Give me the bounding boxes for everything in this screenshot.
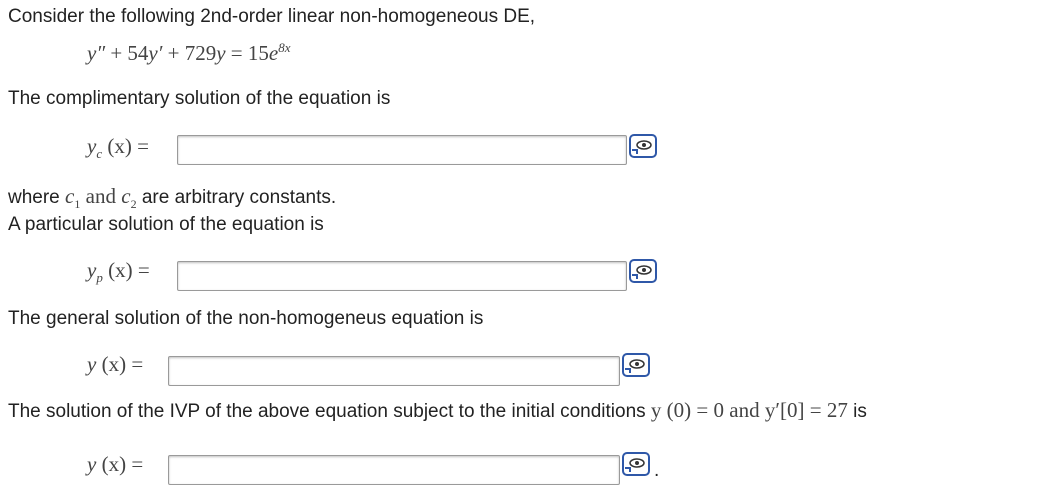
y-label: y (x) = xyxy=(87,352,144,376)
ivp-text: The solution of the IVP of the above equ… xyxy=(8,398,867,422)
yp-answer-input[interactable] xyxy=(177,261,627,291)
general-answer-input[interactable] xyxy=(168,356,620,386)
yc-answer-input[interactable] xyxy=(177,135,627,165)
equation-editor-icon[interactable] xyxy=(622,452,650,476)
yp-label: yp (x) = xyxy=(87,258,150,286)
arbitrary-constants-text: where c1 and c2 are arbitrary constants. xyxy=(8,184,337,212)
differential-equation: y″ + 54y′ + 729y = 15e8x xyxy=(87,40,291,65)
y-label-ivp: y (x) = xyxy=(87,452,144,476)
equation-editor-icon[interactable] xyxy=(622,353,650,377)
ivp-answer-input[interactable] xyxy=(168,455,620,485)
yc-label: yc (x) = xyxy=(87,134,149,162)
intro-text: Consider the following 2nd-order linear … xyxy=(8,6,536,27)
complementary-text: The complimentary solution of the equati… xyxy=(8,88,391,109)
general-text: The general solution of the non-homogene… xyxy=(8,308,484,329)
equation-editor-icon[interactable] xyxy=(629,134,657,158)
period: . xyxy=(654,460,660,481)
particular-text: A particular solution of the equation is xyxy=(8,214,324,235)
equation-editor-icon[interactable] xyxy=(629,259,657,283)
